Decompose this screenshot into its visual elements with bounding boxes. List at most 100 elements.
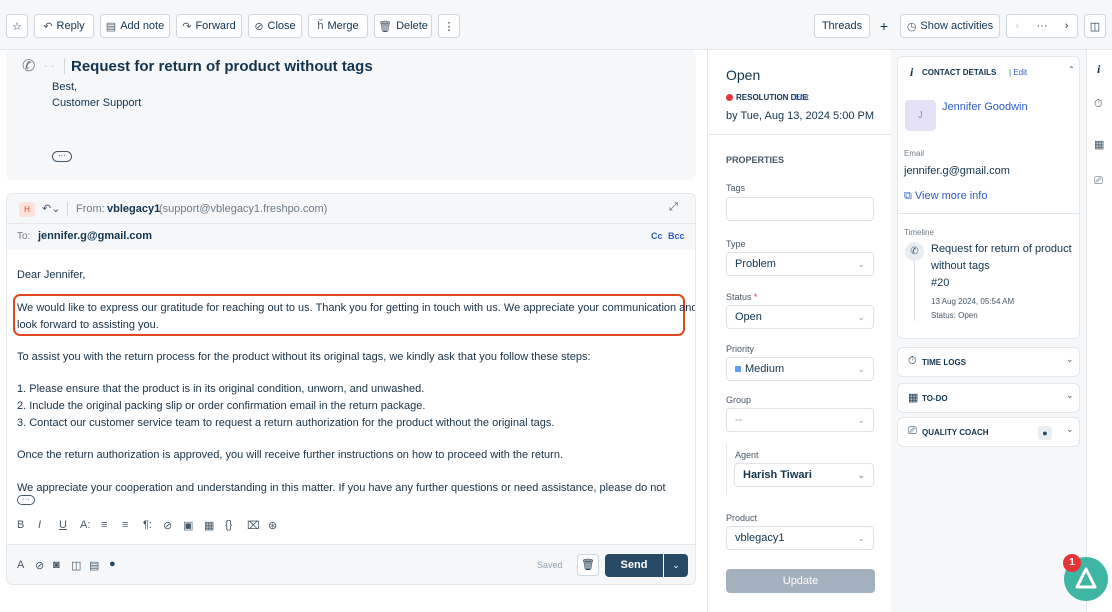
edit-contact-link[interactable]: | Edit <box>1009 68 1027 77</box>
link-icon[interactable]: ⊘ <box>163 519 172 532</box>
trash-icon: 🗑 <box>378 20 393 33</box>
numbered-list-icon[interactable]: ≡ <box>122 519 128 531</box>
quoted-message-card: ✆ - - Request for return of product with… <box>6 50 696 180</box>
ticket-status-title: Open <box>726 67 761 83</box>
chevron-down-icon: ⌄ <box>857 311 865 322</box>
collapse-chevron-icon[interactable]: ⌃ <box>1068 65 1075 74</box>
edit-due-link[interactable]: Edit <box>795 93 809 102</box>
reply-body[interactable]: Dear Jennifer, We would like to express … <box>7 250 695 512</box>
stopwatch-icon[interactable]: ⏱ <box>1094 98 1103 111</box>
coach-icon[interactable]: ⎚ <box>1094 175 1103 188</box>
product-select[interactable]: vblegacy1 ⌄ <box>726 526 874 550</box>
merge-button[interactable]: ȟ Merge <box>308 14 368 38</box>
avatar: J <box>905 100 936 131</box>
chevron-down-icon: ⌄ <box>1066 354 1074 364</box>
font-size-icon[interactable]: A: <box>80 519 90 531</box>
view-more-link[interactable]: ⧉ View more info <box>904 190 987 203</box>
more-actions-button[interactable]: ⋮ <box>438 14 460 38</box>
quoted-line: Best, <box>52 81 78 93</box>
calendar-icon[interactable]: ▦ <box>1094 138 1104 151</box>
more-format-icon[interactable]: ⊛ <box>268 519 277 532</box>
ticket-pager: ‹ ··· › <box>1006 14 1078 38</box>
show-activities-button[interactable]: ◷ Show activities <box>900 14 1000 38</box>
to-email[interactable]: jennifer.g@gmail.com <box>38 230 152 242</box>
contact-name[interactable]: Jennifer Goodwin <box>942 101 1028 113</box>
ticket-number: #20 <box>931 277 950 289</box>
todo-section[interactable]: ▦ TO-DO ⌄ <box>897 383 1080 413</box>
info-icon: i <box>910 65 914 79</box>
bullet-list-icon[interactable]: ≡ <box>101 519 107 531</box>
trash-icon[interactable]: 🗑 <box>577 554 599 576</box>
delete-button[interactable]: 🗑 Delete <box>374 14 432 38</box>
tags-input[interactable] <box>726 197 874 221</box>
priority-select[interactable]: Medium ⌄ <box>726 357 874 381</box>
close-button[interactable]: ⊘ Close <box>248 14 302 38</box>
attachment-icon[interactable]: ⊘ <box>35 559 44 572</box>
expand-quoted-button[interactable]: ··· <box>52 151 72 162</box>
threads-button[interactable]: Threads <box>814 14 870 38</box>
update-button[interactable]: Update <box>726 569 875 593</box>
image-icon[interactable]: ▣ <box>183 519 193 532</box>
underline-icon[interactable]: U <box>59 519 67 531</box>
forward-button[interactable]: ↷ Forward <box>176 14 242 38</box>
star-button[interactable]: ☆ <box>6 14 28 38</box>
send-button[interactable]: Send <box>605 554 663 577</box>
chevron-down-icon: ⌄ <box>1066 390 1074 400</box>
reply-type-dropdown[interactable]: ↶⌄ <box>42 202 60 215</box>
priority-indicator-icon <box>735 366 741 372</box>
timeline-title[interactable]: without tags <box>931 260 990 272</box>
avatar: H <box>19 202 35 217</box>
group-select[interactable]: -- ⌄ <box>726 408 874 432</box>
info-icon[interactable]: i <box>1097 62 1100 77</box>
recipient-row: To: jennifer.g@gmail.com Cc Bcc <box>7 224 695 250</box>
reply-button[interactable]: ↶ Reply <box>34 14 94 38</box>
pager-more-button[interactable]: ··· <box>1037 20 1048 32</box>
add-note-button[interactable]: ▤ Add note <box>100 14 170 38</box>
toggle-sidebar-button[interactable]: ◫ <box>1084 14 1106 38</box>
type-select[interactable]: Problem ⌄ <box>726 252 874 276</box>
timeline-title[interactable]: Request for return of product <box>931 243 1072 255</box>
paragraph-icon[interactable]: ¶: <box>143 519 152 531</box>
from-name[interactable]: vblegacy1 <box>107 203 160 215</box>
notification-badge: 1 <box>1063 554 1081 572</box>
stopwatch-icon: ⏱ <box>908 355 917 367</box>
status-select[interactable]: Open ⌄ <box>726 305 874 329</box>
sidebar-panel-icon: ◫ <box>1089 20 1101 33</box>
chevron-down-icon: ⌄ <box>857 258 865 269</box>
editor-actions: Saved 🗑 Send ⌄ A ⊘ ◙ ◫ ▤ ● <box>7 544 695 584</box>
expand-icon[interactable]: ⤢ <box>669 201 678 214</box>
alert-dot-icon <box>726 94 733 101</box>
prev-ticket-button[interactable]: ‹ <box>1016 20 1020 32</box>
reply-header: H ↶⌄ From: vblegacy1 (support@vblegacy1.… <box>7 194 695 224</box>
bot-icon: ● <box>1038 426 1052 440</box>
add-thread-button[interactable]: + <box>874 14 894 38</box>
contact-sidebar: i CONTACT DETAILS | Edit ⌃ J Jennifer Go… <box>891 50 1086 612</box>
cc-button[interactable]: Cc <box>651 231 663 241</box>
contact-email: jennifer.g@gmail.com <box>904 165 1010 177</box>
bold-icon[interactable]: B <box>17 519 24 531</box>
time-logs-section[interactable]: ⏱ TIME LOGS ⌄ <box>897 347 1080 377</box>
send-options-chevron-icon[interactable]: ⌄ <box>664 554 688 577</box>
calendar-icon: ▦ <box>908 392 919 404</box>
format-toolbar: B I U A: ≡ ≡ ¶: ⊘ ▣ ▦ {} ⌧ ⊛ <box>7 512 695 542</box>
solution-article-icon[interactable]: ◫ <box>71 559 81 572</box>
quality-coach-section[interactable]: ⎚ QUALITY COACH ● ⌄ <box>897 417 1080 447</box>
bcc-button[interactable]: Bcc <box>668 231 685 241</box>
forward-icon: ↷ <box>182 20 192 33</box>
text-format-icon[interactable]: A <box>17 559 24 571</box>
chevron-down-icon: ⌄ <box>857 469 865 480</box>
expand-trimmed-button[interactable]: ··· <box>17 495 35 505</box>
canned-response-icon[interactable]: ◙ <box>53 559 60 571</box>
timeline-date: 13 Aug 2024, 05:54 AM <box>931 297 1015 306</box>
agent-select[interactable]: Harish Tiwari ⌄ <box>734 463 874 487</box>
table-icon[interactable]: ▦ <box>204 519 214 532</box>
status-label: Status * <box>726 292 758 302</box>
next-ticket-button[interactable]: › <box>1065 20 1069 32</box>
quoted-line: Customer Support <box>52 97 142 109</box>
more-vertical-icon: ⋮ <box>443 20 455 33</box>
italic-icon[interactable]: I <box>38 519 41 531</box>
bot-icon[interactable]: ● <box>109 558 116 570</box>
template-icon[interactable]: ▤ <box>89 559 99 572</box>
code-icon[interactable]: {} <box>225 519 232 531</box>
clear-format-icon[interactable]: ⌧ <box>247 519 260 532</box>
